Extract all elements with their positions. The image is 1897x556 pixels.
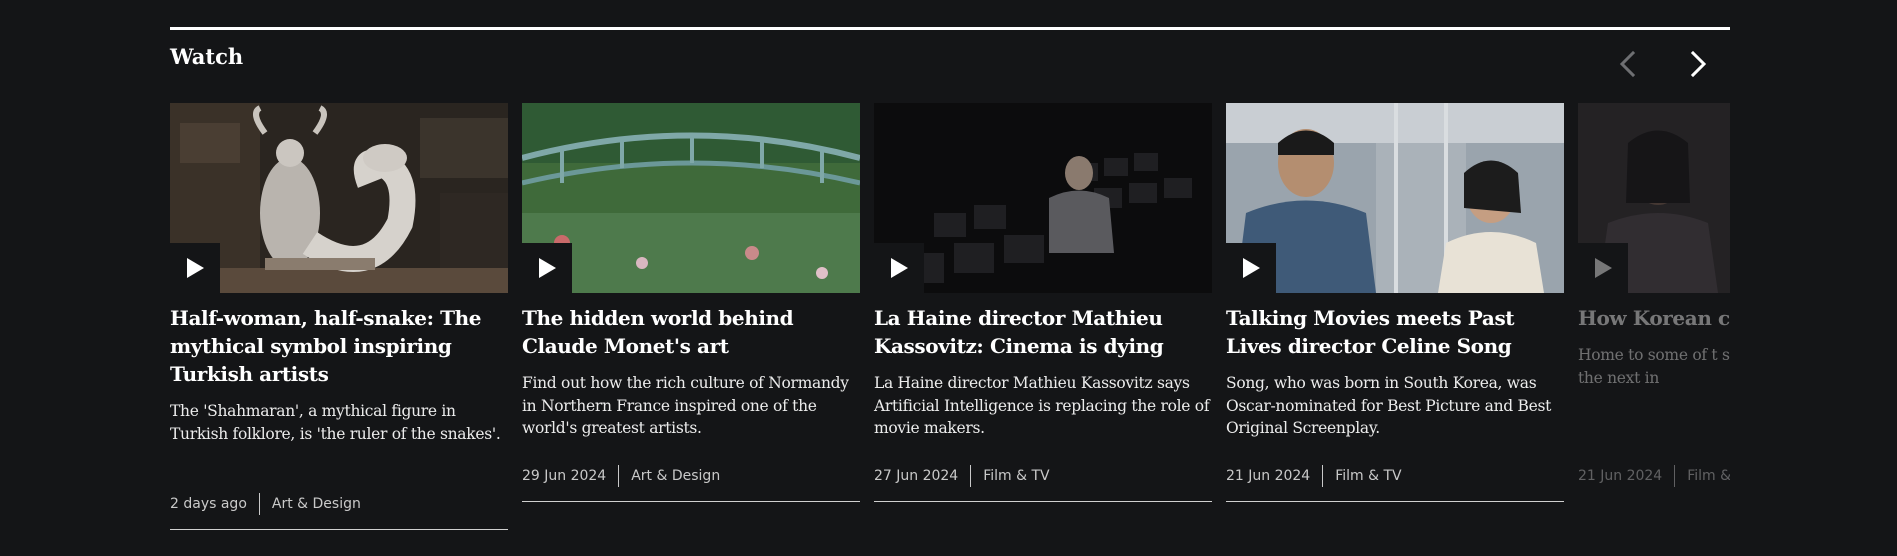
card-description: The 'Shahmaran', a mythical figure in Tu… [170, 402, 501, 443]
play-button[interactable] [1226, 243, 1276, 293]
card-category-link[interactable]: Art & Design [631, 468, 720, 484]
card-description: Home to some of t storytelling in the ta… [1578, 346, 1730, 387]
card-date: 21 Jun 2024 [1226, 468, 1311, 484]
play-button[interactable] [874, 243, 924, 293]
section-top-rule [170, 27, 1730, 30]
meta-separator [1674, 465, 1676, 487]
video-carousel: Half-woman, half-snake: The mythical sym… [170, 103, 1730, 556]
card-description: Find out how the rich culture of Normand… [522, 374, 849, 437]
carousel-next-button[interactable] [1680, 46, 1716, 82]
card-bottom-rule [522, 501, 860, 502]
card-meta: 27 Jun 2024 Film & TV [874, 465, 1050, 487]
card-meta: 2 days ago Art & Design [170, 493, 361, 515]
play-icon [1243, 258, 1260, 278]
card-title[interactable]: How Korean c capture new au [1578, 304, 1730, 332]
card-bottom-rule [1226, 501, 1564, 502]
card-date: 27 Jun 2024 [874, 468, 959, 484]
watch-section: Watch Half-woman, half-snake: The mythic… [170, 0, 1730, 556]
card-title[interactable]: The hidden world behind Claude Monet's a… [522, 304, 860, 360]
video-thumbnail[interactable] [874, 103, 1212, 293]
card-date: 2 days ago [170, 496, 247, 512]
section-title: Watch [170, 44, 244, 69]
play-button[interactable] [522, 243, 572, 293]
card-category-link[interactable]: Film & TV [1335, 468, 1401, 484]
video-thumbnail[interactable] [170, 103, 508, 293]
card-description: La Haine director Mathieu Kassovitz says… [874, 374, 1210, 437]
card-meta: 21 Jun 2024 Film & [1578, 465, 1730, 487]
card-meta: 21 Jun 2024 Film & TV [1226, 465, 1402, 487]
subway-scene-image [1226, 103, 1564, 293]
chevron-right-icon [1690, 50, 1707, 78]
video-card[interactable]: Half-woman, half-snake: The mythical sym… [170, 103, 508, 533]
play-button[interactable] [170, 243, 220, 293]
card-bottom-rule [170, 529, 508, 530]
play-icon [539, 258, 556, 278]
video-card[interactable]: Talking Movies meets Past Lives director… [1226, 103, 1564, 533]
cinema-seats-image [874, 103, 1212, 293]
card-title[interactable]: La Haine director Mathieu Kassovitz: Cin… [874, 304, 1212, 360]
card-date: 21 Jun 2024 [1578, 468, 1663, 484]
card-category-link[interactable]: Film & [1687, 468, 1730, 484]
meta-separator [618, 465, 620, 487]
meta-separator [970, 465, 972, 487]
video-card[interactable]: La Haine director Mathieu Kassovitz: Cin… [874, 103, 1212, 533]
monet-bridge-painting-image [522, 103, 860, 293]
meta-separator [258, 493, 260, 515]
chevron-left-icon [1619, 50, 1636, 78]
video-thumbnail[interactable] [522, 103, 860, 293]
play-icon [187, 258, 204, 278]
shahmaran-sculpture-image [170, 103, 508, 293]
card-category-link[interactable]: Art & Design [272, 496, 361, 512]
video-card[interactable]: The hidden world behind Claude Monet's a… [522, 103, 860, 533]
video-card[interactable]: How Korean c capture new au Home to some… [1578, 103, 1730, 533]
card-meta: 29 Jun 2024 Art & Design [522, 465, 720, 487]
video-thumbnail[interactable] [1226, 103, 1564, 293]
play-icon [891, 258, 908, 278]
carousel-prev-button[interactable] [1610, 46, 1646, 82]
play-icon [1595, 258, 1612, 278]
card-bottom-rule [874, 501, 1212, 502]
card-title[interactable]: Half-woman, half-snake: The mythical sym… [170, 304, 508, 388]
card-title[interactable]: Talking Movies meets Past Lives director… [1226, 304, 1564, 360]
card-category-link[interactable]: Film & TV [983, 468, 1049, 484]
video-thumbnail[interactable] [1578, 103, 1730, 293]
card-description: Song, who was born in South Korea, was O… [1226, 374, 1552, 437]
play-button[interactable] [1578, 243, 1628, 293]
meta-separator [1322, 465, 1324, 487]
card-date: 29 Jun 2024 [522, 468, 607, 484]
